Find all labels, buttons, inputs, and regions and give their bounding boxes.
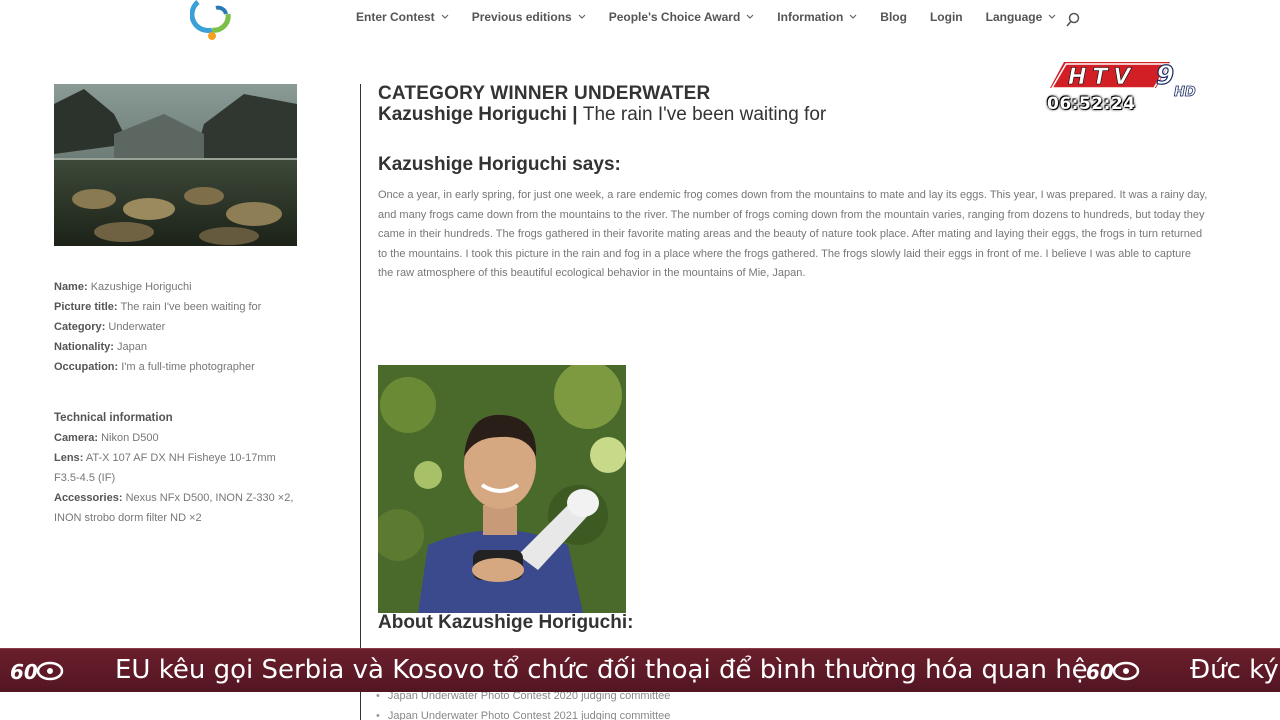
photo-details: Name: Kazushige Horiguchi Picture title:… — [54, 277, 304, 377]
title-separator: | — [566, 104, 583, 125]
svg-text:60: 60 — [10, 660, 38, 684]
broadcast-clock: 06:52:24 — [1047, 94, 1136, 114]
ticker-next-headline: Đức ký — [1190, 655, 1279, 685]
says-heading: Kazushige Horiguchi says: — [378, 154, 621, 175]
60s-logo-icon: 60 — [1086, 660, 1140, 684]
search-icon[interactable] — [1066, 12, 1080, 28]
menu-item-label: Language — [985, 10, 1043, 24]
winner-title-heading: Kazushige Horiguchi | The rain I've been… — [378, 104, 826, 126]
category-heading: CATEGORY WINNER UNDERWATER — [378, 83, 711, 104]
technical-information-heading: Technical information — [54, 412, 173, 424]
60s-logo-icon: 60 — [10, 660, 64, 684]
menu-item-label: People's Choice Award — [608, 10, 741, 24]
chevron-down-icon — [849, 14, 857, 19]
column-divider — [360, 84, 361, 720]
chevron-down-icon — [441, 14, 449, 19]
about-heading: About Kazushige Horiguchi: — [378, 612, 634, 633]
menu-item-label: Login — [929, 10, 963, 24]
technical-information: Technical information Camera: Nikon D500… — [54, 408, 304, 528]
detail-category: Category: Underwater — [54, 321, 166, 333]
chevron-down-icon — [1048, 14, 1056, 19]
list-item: Japan Underwater Photo Contest 2021 judg… — [376, 706, 671, 720]
detail-camera: Camera: Nikon D500 — [54, 432, 159, 444]
chevron-down-icon — [746, 14, 754, 19]
detail-lens: Lens: AT-X 107 AF DX NH Fisheye 10-17mm … — [54, 452, 276, 484]
top-navigation-bar: Enter Contest Previous editions People's… — [0, 0, 1280, 42]
menu-item-label: Blog — [880, 10, 907, 24]
detail-nationality: Nationality: Japan — [54, 341, 147, 353]
svg-text:60: 60 — [1086, 660, 1114, 684]
channel-logo-letters: HTV — [1068, 65, 1136, 90]
winning-photo-thumbnail[interactable] — [54, 84, 297, 246]
photographer-name: Kazushige Horiguchi — [378, 104, 567, 125]
site-logo[interactable] — [190, 0, 236, 44]
menu-item-language[interactable]: Language — [986, 10, 1057, 24]
photographer-statement: Once a year, in early spring, for just o… — [378, 189, 1208, 280]
detail-accessories: Accessories: Nexus NFx D500, INON Z-330 … — [54, 492, 294, 524]
detail-name: Name: Kazushige Horiguchi — [54, 281, 192, 293]
menu-item-enter-contest[interactable]: Enter Contest — [356, 10, 449, 24]
menu-item-label: Previous editions — [471, 10, 572, 24]
ticker-headline: EU kêu gọi Serbia và Kosovo tổ chức đối … — [115, 655, 1088, 685]
photographer-portrait[interactable] — [378, 365, 626, 613]
channel-logo-number: 9 — [1156, 61, 1174, 91]
menu-item-blog[interactable]: Blog — [880, 10, 907, 24]
menu-item-information[interactable]: Information — [777, 10, 857, 24]
detail-picture-title: Picture title: The rain I've been waitin… — [54, 301, 262, 313]
news-ticker: 60 EU kêu gọi Serbia và Kosovo tổ chức đ… — [0, 648, 1280, 692]
channel-logo-hd: HD — [1174, 85, 1196, 100]
main-menu: Enter Contest Previous editions People's… — [356, 10, 1079, 24]
menu-item-login[interactable]: Login — [930, 10, 963, 24]
detail-occupation: Occupation: I'm a full-time photographer — [54, 361, 255, 373]
menu-item-peoples-choice-award[interactable]: People's Choice Award — [609, 10, 755, 24]
picture-title: The rain I've been waiting for — [582, 104, 827, 125]
menu-item-label: Enter Contest — [356, 10, 435, 24]
menu-item-previous-editions[interactable]: Previous editions — [472, 10, 586, 24]
menu-item-label: Information — [777, 10, 844, 24]
chevron-down-icon — [578, 14, 586, 19]
